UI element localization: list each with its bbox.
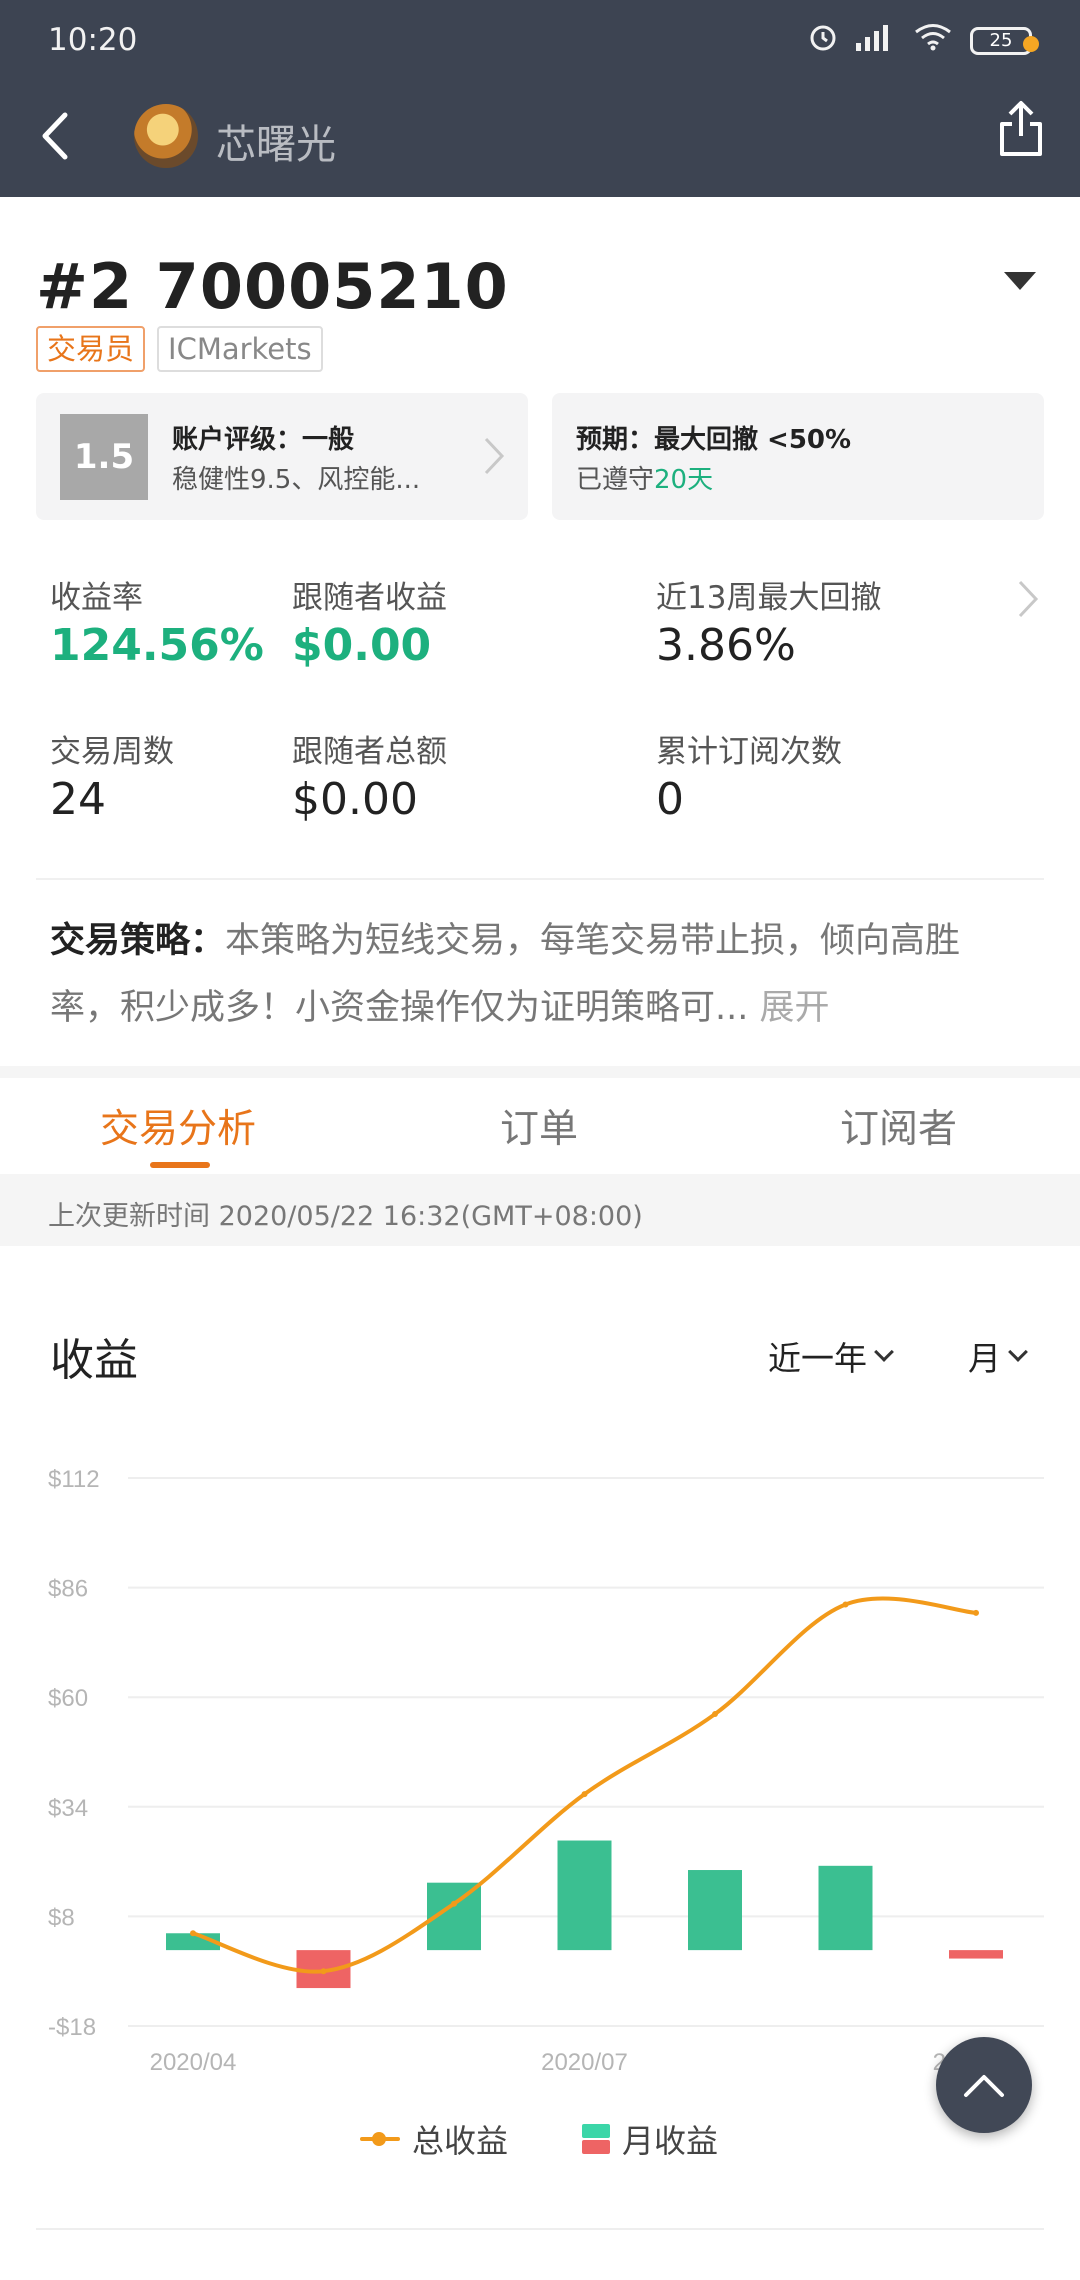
compliance-days: 20天	[654, 465, 714, 495]
y-tick-label: $112	[48, 1466, 100, 1493]
active-tab-indicator	[150, 1162, 210, 1168]
battery-icon: 25	[970, 26, 1039, 55]
total-profit-point	[581, 1791, 588, 1798]
total-profit-point	[190, 1930, 196, 1937]
follower-profit-label: 跟随者收益	[292, 580, 447, 616]
trader-tag: 交易员	[36, 326, 146, 372]
avatar[interactable]	[134, 104, 198, 168]
status-time: 10:20	[48, 22, 138, 58]
bottom-divider	[36, 2228, 1044, 2230]
account-tags: 交易员 ICMarkets	[36, 326, 323, 372]
trade-weeks-value: 24	[50, 774, 106, 825]
legend-monthly-label: 月收益	[622, 2122, 719, 2160]
top-bar: 10:20 25 芯曙光	[0, 0, 1080, 197]
broker-tag: ICMarkets	[157, 326, 323, 372]
strategy-label: 交易策略：	[50, 921, 226, 961]
rating-subtitle: 稳健性9.5、风控能...	[172, 465, 421, 495]
profit-chart: $112$86$60$34$8-$18 2020/042020/072020/1…	[48, 1466, 1044, 2076]
account-dropdown-icon[interactable]	[1004, 272, 1036, 290]
bar-legend-icon	[582, 2124, 610, 2154]
subscriptions-value: 0	[656, 774, 684, 825]
scroll-top-button[interactable]	[936, 2037, 1032, 2133]
rating-title: 账户评级：一般	[172, 425, 355, 455]
legend-total[interactable]: 总收益	[360, 2116, 508, 2162]
chevron-right-icon	[482, 435, 506, 481]
wifi-icon	[914, 23, 952, 58]
range-filter-label: 近一年	[768, 1339, 867, 1378]
total-profit-point	[973, 1609, 979, 1616]
rating-card[interactable]: 1.5 账户评级：一般 稳健性9.5、风控能...	[36, 393, 528, 520]
monthly-profit-bar[interactable]	[688, 1870, 742, 1951]
tab-trade-analysis[interactable]: 交易分析	[100, 1098, 256, 1154]
period-filter[interactable]: 月	[968, 1332, 1028, 1380]
range-filter[interactable]: 近一年	[768, 1332, 894, 1380]
section-title: 收益	[50, 1335, 138, 1386]
y-tick-label: $60	[48, 1685, 88, 1712]
share-button[interactable]	[996, 100, 1046, 160]
expectation-card: 预期：最大回撤 <50% 已遵守20天	[552, 393, 1044, 520]
account-title: #2 70005210	[36, 250, 509, 323]
return-rate-label: 收益率	[50, 580, 143, 616]
tab-orders[interactable]: 订单	[500, 1098, 578, 1154]
rating-score: 1.5	[60, 414, 148, 500]
monthly-profit-bar[interactable]	[949, 1950, 1003, 1959]
legend-total-label: 总收益	[412, 2122, 509, 2160]
nav-title: 芯曙光	[216, 122, 336, 168]
follower-total-value: $0.00	[292, 774, 418, 825]
total-profit-point	[320, 1968, 327, 1975]
y-tick-label: $86	[48, 1576, 88, 1603]
expectation-title: 预期：最大回撤 <50%	[576, 425, 852, 455]
y-tick-label: $8	[48, 1904, 75, 1931]
subscriptions-label: 累计订阅次数	[656, 734, 842, 770]
follower-profit-value: $0.00	[292, 620, 432, 671]
x-tick-label: 2020/07	[541, 2049, 628, 2076]
chevron-down-icon	[874, 1342, 894, 1362]
signal-icon	[856, 23, 896, 58]
total-profit-point	[842, 1601, 849, 1608]
stats-chevron-right-icon[interactable]	[1016, 578, 1040, 624]
back-button[interactable]	[30, 108, 78, 164]
expectation-subtitle: 已遵守20天	[576, 465, 714, 495]
tab-subscribers[interactable]: 订阅者	[840, 1098, 957, 1154]
share-icon	[1000, 101, 1042, 156]
x-tick-label: 2020/04	[150, 2049, 237, 2076]
line-legend-icon	[360, 2129, 400, 2149]
section-gap	[0, 1066, 1080, 1078]
back-arrow-icon	[42, 112, 68, 160]
max-drawdown-label: 近13周最大回撤	[656, 580, 882, 616]
alarm-icon	[808, 22, 838, 59]
follower-total-label: 跟随者总额	[292, 734, 447, 770]
return-rate-value: 124.56%	[50, 620, 264, 671]
chevron-down-icon	[1008, 1342, 1028, 1362]
monthly-profit-bar[interactable]	[557, 1840, 612, 1951]
trade-weeks-label: 交易周数	[50, 734, 174, 770]
max-drawdown-value: 3.86%	[656, 620, 796, 671]
period-filter-label: 月	[968, 1339, 1001, 1378]
total-profit-point	[712, 1711, 718, 1718]
strategy-text: 交易策略：本策略为短线交易，每笔交易带止损，倾向高胜率，积少成多！小资金操作仅为…	[50, 908, 1030, 1042]
legend-monthly[interactable]: 月收益	[582, 2116, 718, 2162]
chevron-up-icon	[964, 2075, 1004, 2097]
status-icons: 25	[808, 22, 1039, 59]
divider	[36, 878, 1044, 880]
monthly-profit-bar[interactable]	[818, 1865, 873, 1951]
y-tick-label: -$18	[48, 2014, 96, 2041]
total-profit-point	[451, 1900, 457, 1907]
y-tick-label: $34	[48, 1795, 88, 1822]
update-time: 上次更新时间 2020/05/22 16:32(GMT+08:00)	[48, 1201, 643, 1232]
expand-link[interactable]: 展开	[760, 988, 830, 1028]
